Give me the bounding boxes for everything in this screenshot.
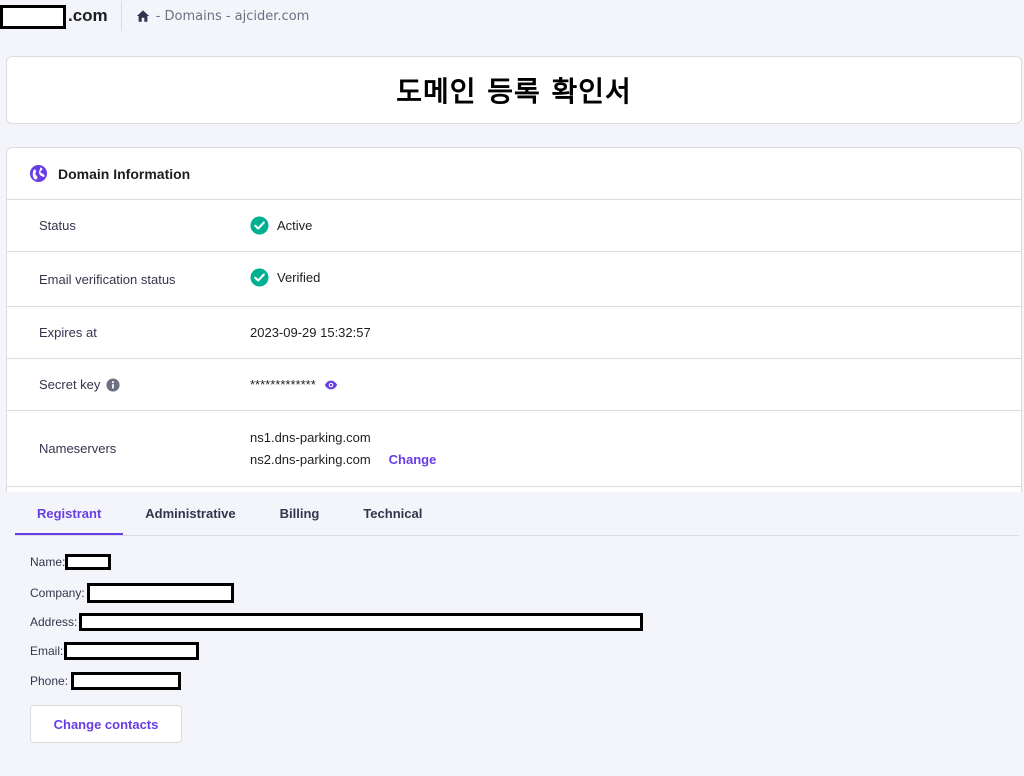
tab-billing[interactable]: Billing [258, 506, 342, 535]
home-icon[interactable] [136, 9, 150, 23]
contact-company-label: Company: [30, 586, 85, 600]
change-nameservers-link[interactable]: Change [389, 452, 437, 467]
redacted-brand-name [0, 5, 66, 29]
tab-registrant[interactable]: Registrant [15, 506, 124, 535]
secret-key-value: ************* [250, 377, 316, 392]
secret-key-row: Secret key ************* [7, 359, 1021, 411]
contact-name-label: Name: [30, 555, 66, 569]
contact-tabs: Registrant Administrative Billing Techni… [15, 492, 1019, 536]
globe-icon [29, 164, 48, 183]
top-bar: .com - Domains - ajcider.com [0, 0, 1024, 32]
secret-key-value-wrap: ************* [250, 377, 338, 392]
tab-technical[interactable]: Technical [341, 506, 444, 535]
breadcrumb-text: - Domains - ajcider.com [155, 8, 310, 24]
brand-logo[interactable]: .com [0, 3, 108, 29]
info-icon[interactable] [106, 377, 120, 392]
expires-row: Expires at 2023-09-29 15:32:57 [7, 307, 1021, 359]
breadcrumb: - Domains - ajcider.com [136, 8, 310, 24]
nameserver-1: ns1.dns-parking.com [250, 430, 371, 445]
change-contacts-button[interactable]: Change contacts [30, 705, 182, 743]
contact-email-label: Email: [30, 644, 64, 658]
email-verification-label: Email verification status [39, 271, 176, 287]
eye-icon[interactable] [324, 378, 338, 392]
secret-key-label-wrap: Secret key [7, 377, 250, 392]
domain-info-card: Domain Information Status Active Email v… [6, 147, 1022, 492]
title-card: 도메인 등록 확인서 [6, 56, 1022, 124]
divider [120, 1, 122, 31]
redacted-company [86, 583, 234, 603]
contact-company: Company: [30, 583, 234, 603]
brand-suffix: .com [68, 6, 108, 25]
domain-info-title: Domain Information [58, 165, 191, 182]
status-row: Status Active [7, 200, 1021, 252]
expires-value: 2023-09-29 15:32:57 [250, 325, 371, 340]
secret-key-label: Secret key [39, 377, 101, 392]
redacted-name [65, 554, 112, 570]
contact-name: Name: [30, 554, 112, 570]
nameservers-label: Nameservers [39, 441, 117, 456]
contact-email: Email: [30, 642, 200, 660]
nameservers-row: Nameservers ns1.dns-parking.com ns2.dns-… [7, 411, 1021, 487]
redacted-phone [71, 672, 182, 690]
contact-phone: Phone: [30, 672, 182, 690]
status-value: Active [277, 218, 313, 233]
page-title: 도메인 등록 확인서 [396, 75, 632, 108]
email-verification-value: Verified [277, 269, 321, 285]
nameserver-2: ns2.dns-parking.com [250, 452, 371, 467]
email-verification-row: Email verification status Verified [7, 252, 1021, 307]
check-circle-icon [250, 216, 269, 235]
status-value-wrap: Active [250, 216, 312, 235]
redacted-address [79, 613, 644, 631]
status-label: Status [39, 218, 76, 233]
check-circle-icon [250, 267, 269, 287]
nameservers-value: ns1.dns-parking.com ns2.dns-parking.com … [250, 430, 436, 467]
expires-label: Expires at [39, 325, 97, 340]
domain-info-header: Domain Information [7, 148, 1021, 200]
redacted-email [64, 642, 200, 660]
contact-address-label: Address: [30, 615, 78, 629]
email-verification-value-wrap: Verified [250, 267, 321, 287]
contact-address: Address: [30, 613, 644, 631]
contact-phone-label: Phone: [30, 674, 69, 688]
tab-administrative[interactable]: Administrative [123, 506, 257, 535]
